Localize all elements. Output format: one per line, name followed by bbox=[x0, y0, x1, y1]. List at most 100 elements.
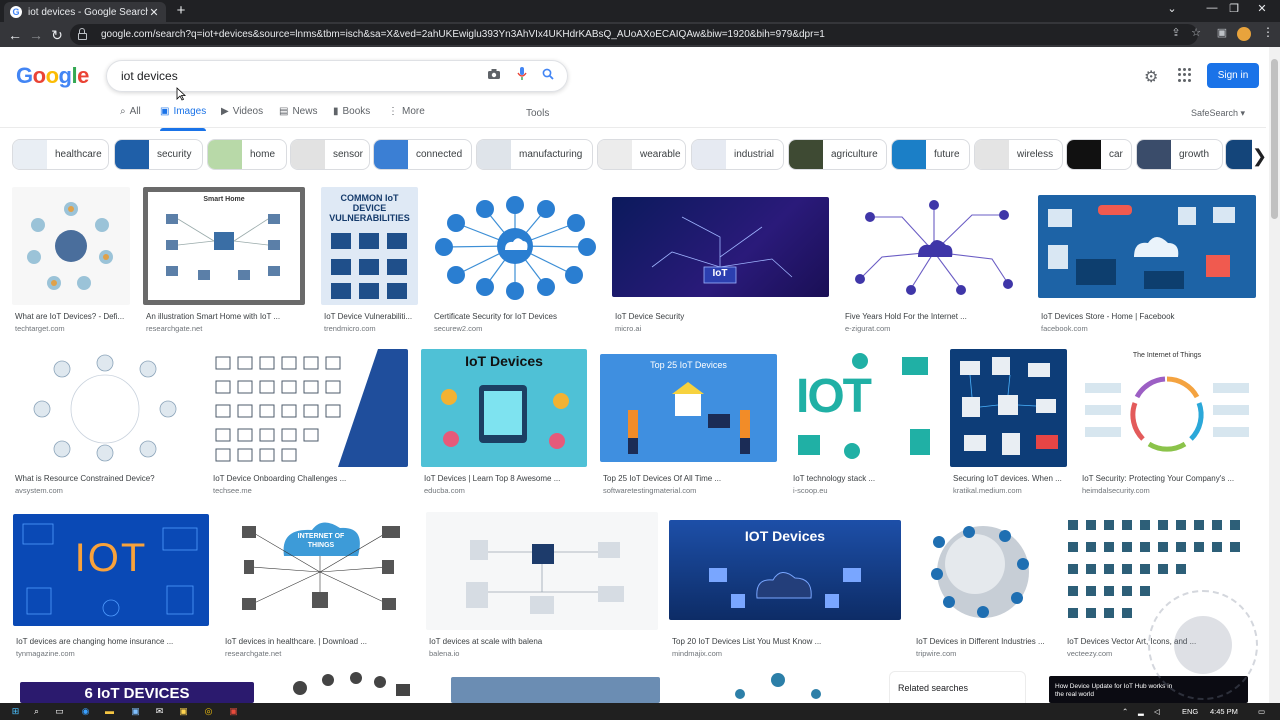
chip-connected[interactable]: connected bbox=[373, 139, 472, 170]
notification-icon[interactable]: ▭ bbox=[1258, 707, 1265, 716]
result-caption[interactable]: What are IoT Devices? - Defi... bbox=[15, 312, 131, 321]
bookmark-star-icon[interactable]: ☆ bbox=[1188, 26, 1204, 39]
mail-icon[interactable]: ✉ bbox=[154, 706, 165, 717]
safesearch-dropdown[interactable]: SafeSearch ▾ bbox=[1191, 108, 1245, 119]
chip-partial[interactable] bbox=[1225, 139, 1252, 170]
result-source[interactable]: trendmicro.com bbox=[324, 324, 419, 333]
search-input[interactable]: iot devices bbox=[121, 69, 178, 83]
result-source[interactable]: securew2.com bbox=[434, 324, 600, 333]
image-result[interactable]: IoT Device Onboarding Challenges ... tec… bbox=[210, 349, 408, 497]
chip-wearable[interactable]: wearable bbox=[597, 139, 686, 170]
result-caption[interactable]: IoT Devices Store - Home | Facebook bbox=[1041, 312, 1257, 321]
result-caption[interactable]: IoT devices in healthcare. | Download ..… bbox=[225, 637, 415, 646]
chip-home[interactable]: home bbox=[207, 139, 287, 170]
network-icon[interactable]: ▂ bbox=[1138, 707, 1144, 716]
sign-in-button[interactable]: Sign in bbox=[1207, 63, 1259, 88]
image-result[interactable] bbox=[272, 670, 432, 703]
chevron-down-icon[interactable]: ⌄ bbox=[1152, 2, 1192, 15]
image-result[interactable]: IoT IoT Device Security micro.ai bbox=[612, 187, 829, 335]
result-source[interactable]: tripwire.com bbox=[916, 649, 1053, 658]
image-result[interactable]: What is Resource Constrained Device? avs… bbox=[12, 349, 198, 497]
result-source[interactable]: micro.ai bbox=[615, 324, 830, 333]
result-source[interactable]: researchgate.net bbox=[225, 649, 415, 658]
chevron-right-icon[interactable]: ❯ bbox=[1252, 146, 1267, 167]
apps-grid-icon[interactable] bbox=[1178, 68, 1192, 82]
result-source[interactable]: tynmagazine.com bbox=[16, 649, 210, 658]
result-caption[interactable]: IoT devices are changing home insurance … bbox=[16, 637, 210, 646]
result-caption[interactable]: Five Years Hold For the Internet ... bbox=[845, 312, 1026, 321]
tray-chevron-icon[interactable]: ⌃ bbox=[1122, 707, 1128, 716]
share-icon[interactable]: ⇪ bbox=[1168, 26, 1184, 39]
chip-future[interactable]: future bbox=[891, 139, 970, 170]
image-result[interactable]: IoT Devices Store - Home | Facebook face… bbox=[1038, 187, 1256, 335]
result-source[interactable]: educba.com bbox=[424, 486, 588, 495]
page-scrollbar[interactable] bbox=[1269, 47, 1280, 703]
result-caption[interactable]: IoT technology stack ... bbox=[793, 474, 939, 483]
chip-industrial[interactable]: industrial bbox=[691, 139, 784, 170]
related-searches-panel[interactable]: Related searches bbox=[889, 671, 1026, 705]
result-caption[interactable]: Top 20 IoT Devices List You Must Know ..… bbox=[672, 637, 902, 646]
result-source[interactable]: heimdalsecurity.com bbox=[1082, 486, 1256, 495]
tab-books[interactable]: ▮ Books bbox=[333, 106, 370, 117]
result-source[interactable]: e-zigurat.com bbox=[845, 324, 1026, 333]
image-result[interactable]: IoT Devices in Different Industries ... … bbox=[913, 512, 1052, 660]
chip-wireless[interactable]: wireless bbox=[974, 139, 1063, 170]
browser-menu-icon[interactable]: ⋮ bbox=[1262, 25, 1274, 39]
image-result[interactable]: IOT IoT technology stack ... i-scoop.eu bbox=[790, 349, 938, 497]
image-result[interactable]: Certificate Security for IoT Devices sec… bbox=[431, 187, 599, 335]
app-icon[interactable]: ▣ bbox=[178, 706, 189, 717]
back-arrow-icon[interactable]: ← bbox=[6, 26, 24, 44]
result-source[interactable]: researchgate.net bbox=[146, 324, 306, 333]
result-source[interactable]: balena.io bbox=[429, 649, 659, 658]
result-source[interactable]: facebook.com bbox=[1041, 324, 1257, 333]
scrollbar-thumb[interactable] bbox=[1271, 59, 1278, 219]
taskbar-search-icon[interactable]: ⌕ bbox=[31, 706, 42, 717]
volume-icon[interactable]: ◁ bbox=[1154, 707, 1160, 716]
tools-button[interactable]: Tools bbox=[526, 108, 549, 119]
result-caption[interactable]: Securing IoT devices. When ... bbox=[953, 474, 1068, 483]
image-result[interactable]: Securing IoT devices. When ... kratikal.… bbox=[950, 349, 1067, 497]
result-source[interactable]: techsee.me bbox=[213, 486, 409, 495]
image-result[interactable]: COMMON IoT DEVICE VULNERABILITIES IoT De… bbox=[321, 187, 418, 335]
result-source[interactable]: mindmajix.com bbox=[672, 649, 902, 658]
image-result[interactable]: INTERNET OF THINGS IoT devices in health… bbox=[222, 512, 414, 660]
image-result[interactable]: 6 IoT DEVICES bbox=[20, 682, 254, 703]
tab-videos[interactable]: ▶ Videos bbox=[221, 106, 263, 117]
language-indicator[interactable]: ENG bbox=[1182, 707, 1198, 716]
image-result[interactable]: Smart Home An illustration Smart Home wi… bbox=[143, 187, 305, 335]
result-caption[interactable]: Top 25 IoT Devices Of All Time ... bbox=[603, 474, 778, 483]
image-result[interactable]: IoT devices at scale with balena balena.… bbox=[426, 512, 658, 660]
image-result[interactable]: Top 25 IoT Devices Top 25 IoT Devices Of… bbox=[600, 349, 777, 497]
browser-tab[interactable]: G iot devices - Google Search ✕ bbox=[4, 2, 166, 22]
tab-images[interactable]: ▣ Images bbox=[160, 106, 207, 131]
result-caption[interactable]: IoT Device Vulnerabiliti... bbox=[324, 312, 419, 321]
chip-healthcare[interactable]: healthcare bbox=[12, 139, 109, 170]
recorder-icon[interactable]: ▣ bbox=[228, 706, 239, 717]
new-tab-button[interactable]: + bbox=[172, 2, 190, 19]
result-source[interactable]: kratikal.medium.com bbox=[953, 486, 1068, 495]
file-explorer-icon[interactable]: ▬ bbox=[104, 706, 115, 717]
microphone-icon[interactable] bbox=[513, 67, 531, 85]
result-caption[interactable]: An illustration Smart Home with IoT ... bbox=[146, 312, 306, 321]
result-source[interactable]: softwaretestingmaterial.com bbox=[603, 486, 778, 495]
result-caption[interactable]: IoT Security: Protecting Your Company's … bbox=[1082, 474, 1256, 483]
clock-time[interactable]: 4:45 PM bbox=[1210, 707, 1238, 716]
search-icon[interactable] bbox=[539, 67, 557, 85]
result-caption[interactable]: Certificate Security for IoT Devices bbox=[434, 312, 600, 321]
reload-icon[interactable]: ↻ bbox=[48, 26, 66, 44]
edge-browser-icon[interactable]: ◉ bbox=[80, 706, 91, 717]
result-caption[interactable]: IoT Device Security bbox=[615, 312, 830, 321]
chip-security[interactable]: security bbox=[114, 139, 203, 170]
profile-avatar[interactable] bbox=[1237, 27, 1251, 41]
image-result[interactable] bbox=[680, 670, 876, 703]
tab-news[interactable]: ▤ News bbox=[279, 106, 317, 117]
chrome-icon[interactable]: ◎ bbox=[203, 706, 214, 717]
tab-more[interactable]: ⋮ More bbox=[388, 106, 425, 117]
chip-sensor[interactable]: sensor bbox=[290, 139, 370, 170]
result-caption[interactable]: IoT Devices | Learn Top 8 Awesome ... bbox=[424, 474, 588, 483]
close-window-button[interactable]: ✕ bbox=[1242, 2, 1280, 15]
camera-icon[interactable] bbox=[485, 67, 503, 85]
result-source[interactable]: avsystem.com bbox=[15, 486, 199, 495]
side-panel-icon[interactable]: ▣ bbox=[1214, 26, 1230, 39]
image-result[interactable]: What are IoT Devices? - Defi... techtarg… bbox=[12, 187, 130, 335]
